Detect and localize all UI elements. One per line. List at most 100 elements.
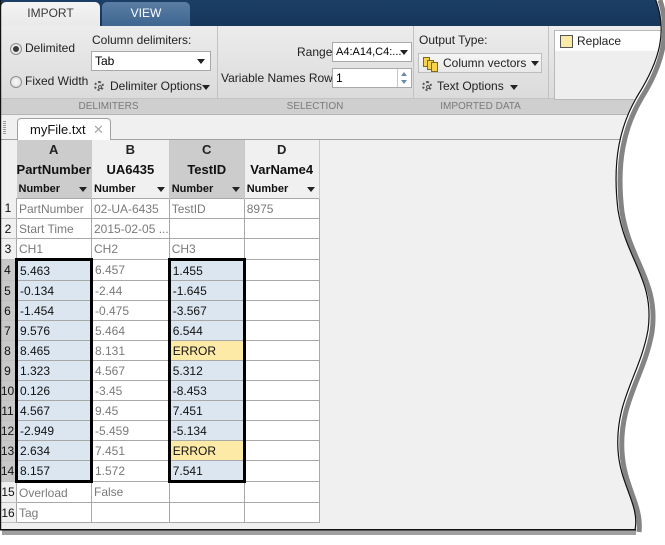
- grid-cell[interactable]: 5.463: [15, 258, 93, 281]
- column-type-dropdown[interactable]: Number: [245, 180, 319, 198]
- grid-cell[interactable]: [168, 481, 245, 503]
- grid-cell[interactable]: ERROR: [167, 440, 246, 461]
- row-number[interactable]: 16: [0, 502, 17, 523]
- grid-cell[interactable]: 2.634: [15, 440, 93, 461]
- row-number[interactable]: 9: [0, 360, 17, 381]
- grid-cell[interactable]: -5.134: [167, 420, 246, 441]
- grid-cell[interactable]: -0.134: [15, 280, 93, 301]
- grid-cell[interactable]: -2.949: [15, 420, 93, 441]
- grid-cell[interactable]: [91, 502, 170, 523]
- grid-cell[interactable]: 7.541: [167, 460, 246, 483]
- grid-cell[interactable]: 2015-02-05 ...: [91, 218, 170, 239]
- grid-cell[interactable]: [243, 259, 320, 281]
- drag-grip-icon[interactable]: [3, 121, 6, 135]
- delimiter-options-button[interactable]: Delimiter Options: [92, 78, 214, 96]
- row-number[interactable]: 12: [0, 420, 17, 441]
- row-number[interactable]: 13: [0, 440, 17, 461]
- grid-cell[interactable]: 8.157: [15, 460, 93, 483]
- variable-name[interactable]: PartNumber: [17, 159, 91, 180]
- grid-cell[interactable]: Tag: [16, 502, 92, 523]
- fixed-width-radio[interactable]: [10, 76, 22, 88]
- column-header[interactable]: B UA6435 Number: [91, 140, 170, 199]
- grid-cell[interactable]: -2.44: [91, 280, 170, 301]
- grid-cell[interactable]: TestID: [168, 198, 245, 219]
- grid-cell[interactable]: 02-UA-6435: [91, 198, 170, 219]
- grid-cell[interactable]: -0.475: [91, 300, 170, 321]
- text-options-button[interactable]: Text Options: [420, 78, 530, 96]
- column-type-dropdown[interactable]: Number: [92, 180, 168, 198]
- grid-cell[interactable]: [243, 380, 320, 401]
- row-number[interactable]: 7: [0, 320, 17, 341]
- grid-cell[interactable]: [168, 218, 245, 239]
- delimited-radio[interactable]: [10, 43, 22, 55]
- grid-cell[interactable]: 5.464: [91, 320, 170, 341]
- replace-rule[interactable]: Replace: [555, 31, 665, 51]
- grid-cell[interactable]: -3.45: [91, 380, 170, 401]
- grid-cell[interactable]: [243, 440, 320, 461]
- grid-cell[interactable]: 6.544: [167, 320, 246, 341]
- grid-cell[interactable]: [243, 280, 320, 301]
- grid-cell[interactable]: [168, 502, 245, 523]
- grid-cell[interactable]: 1.455: [167, 258, 246, 281]
- grid-cell[interactable]: -5.459: [91, 420, 170, 441]
- grid-cell[interactable]: [243, 238, 320, 260]
- column-delimiters-dropdown[interactable]: Tab: [91, 51, 211, 71]
- row-number[interactable]: 5: [0, 280, 17, 301]
- row-number[interactable]: 2: [0, 218, 17, 239]
- variable-name[interactable]: TestID: [170, 159, 244, 180]
- grid-cell[interactable]: 0.126: [15, 380, 93, 401]
- grid-cell[interactable]: [243, 360, 320, 381]
- row-number[interactable]: 6: [0, 300, 17, 321]
- grid-cell[interactable]: 8975: [243, 198, 320, 219]
- grid-cell[interactable]: CH2: [91, 238, 170, 260]
- row-number[interactable]: 8: [0, 340, 17, 361]
- document-tab[interactable]: myFile.txt ✕: [17, 118, 111, 141]
- grid-cell[interactable]: [243, 320, 320, 341]
- grid-cell[interactable]: CH3: [168, 238, 245, 260]
- grid-cell[interactable]: Overload: [16, 481, 92, 503]
- column-header[interactable]: C TestID Number: [169, 140, 245, 199]
- grid-cell[interactable]: [243, 300, 320, 321]
- grid-cell[interactable]: [243, 481, 320, 503]
- row-number[interactable]: 14: [0, 460, 17, 482]
- grid-cell[interactable]: 9.45: [91, 400, 170, 421]
- grid-cell[interactable]: [243, 460, 320, 482]
- grid-cell[interactable]: -3.567: [167, 300, 246, 321]
- grid-cell[interactable]: 7.451: [91, 440, 170, 461]
- grid-cell[interactable]: ERROR: [167, 340, 246, 361]
- column-type-dropdown[interactable]: Number: [17, 180, 91, 198]
- output-type-dropdown[interactable]: Column vectors: [418, 53, 542, 73]
- spinner-arrows[interactable]: [397, 69, 411, 87]
- grid-cell[interactable]: 1.323: [15, 360, 93, 381]
- row-number[interactable]: 1: [0, 198, 17, 219]
- grid-cell[interactable]: PartNumber: [16, 198, 92, 219]
- grid-cell[interactable]: [243, 420, 320, 441]
- grid-cell[interactable]: [243, 502, 320, 523]
- grid-cell[interactable]: -1.645: [167, 280, 246, 301]
- row-number[interactable]: 3: [0, 238, 17, 260]
- grid-cell[interactable]: 8.465: [15, 340, 93, 361]
- grid-cell[interactable]: False: [91, 481, 170, 503]
- variable-name[interactable]: VarName4: [245, 159, 319, 180]
- grid-cell[interactable]: 8.131: [91, 340, 170, 361]
- grid-cell[interactable]: [243, 340, 320, 361]
- row-number[interactable]: 10: [0, 380, 17, 401]
- row-number[interactable]: 4: [0, 259, 17, 281]
- variable-names-row-spinner[interactable]: 1: [332, 68, 412, 88]
- range-dropdown[interactable]: A4:A14,C4:...: [332, 42, 412, 62]
- grid-cell[interactable]: 1.572: [91, 460, 170, 482]
- column-header[interactable]: D VarName4 Number: [244, 140, 320, 199]
- grid-cell[interactable]: CH1: [16, 238, 92, 260]
- column-type-dropdown[interactable]: Number: [170, 180, 244, 198]
- grid-cell[interactable]: Start Time: [16, 218, 92, 239]
- grid-cell[interactable]: 4.567: [91, 360, 170, 381]
- grid-cell[interactable]: 5.312: [167, 360, 246, 381]
- grid-cell[interactable]: 9.576: [15, 320, 93, 341]
- spin-down-icon[interactable]: [401, 80, 407, 84]
- close-icon[interactable]: ✕: [93, 122, 104, 138]
- grid-cell[interactable]: [243, 400, 320, 421]
- column-header[interactable]: A PartNumber Number: [16, 140, 92, 199]
- grid-cell[interactable]: 6.457: [91, 259, 170, 281]
- grid-cell[interactable]: 4.567: [15, 400, 93, 421]
- grid-cell[interactable]: 7.451: [167, 400, 246, 421]
